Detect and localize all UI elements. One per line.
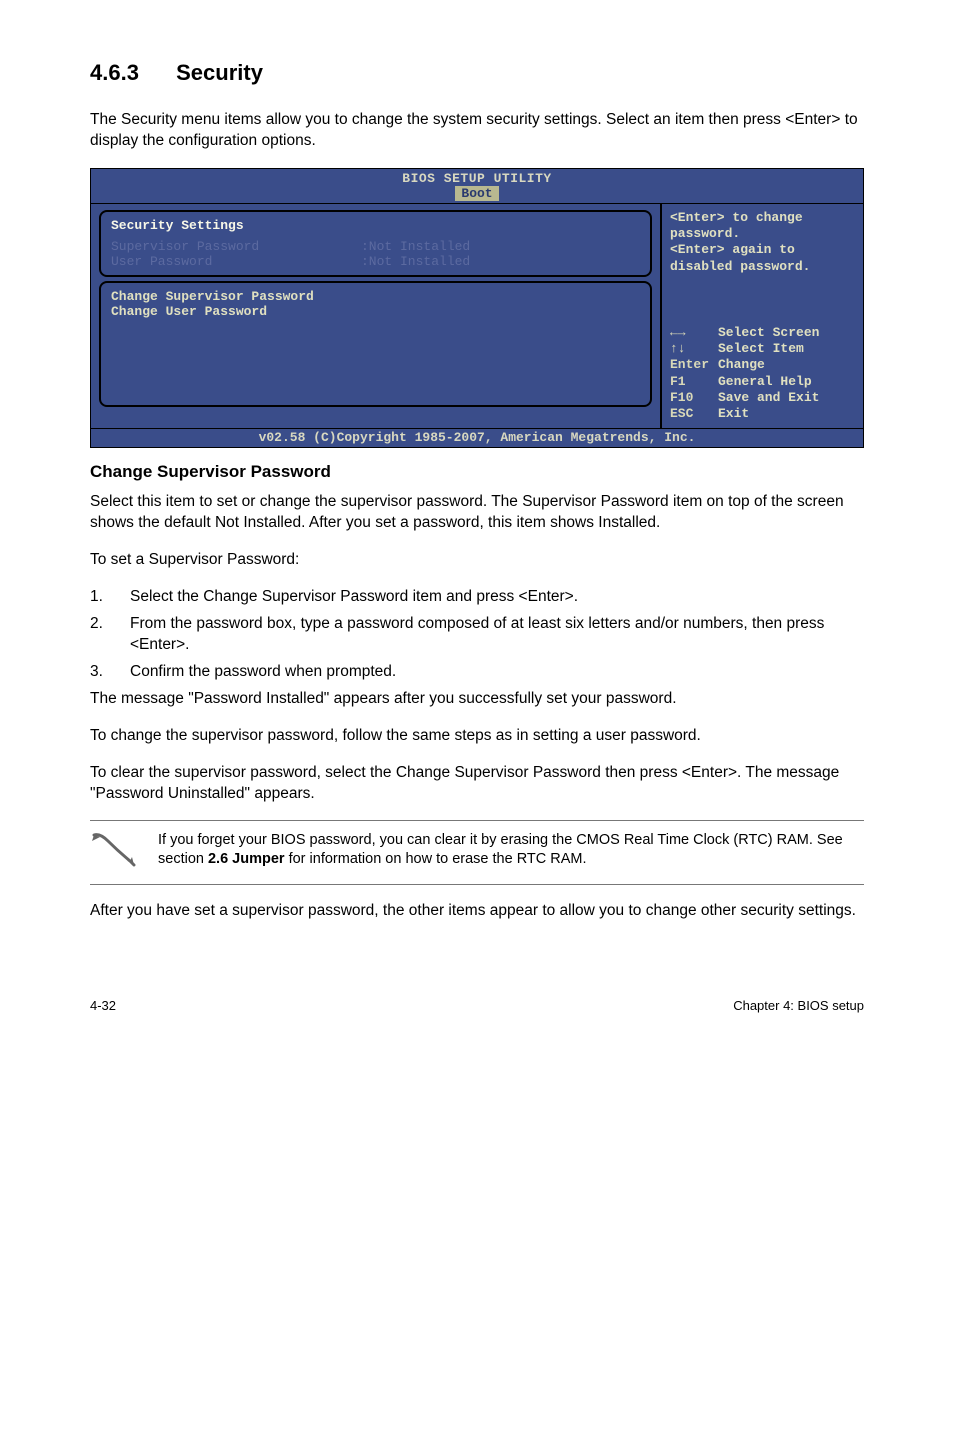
page-number: 4-32 <box>90 998 116 1013</box>
list-text: From the password box, type a password c… <box>130 614 864 656</box>
bios-key: Enter <box>670 357 718 373</box>
bios-tab-bar: Boot <box>91 186 863 203</box>
bios-key: F10 <box>670 390 718 406</box>
note-bold: 2.6 Jumper <box>208 851 285 867</box>
note-post: for information on how to erase the RTC … <box>285 851 587 867</box>
bios-title: BIOS SETUP UTILITY <box>402 171 551 186</box>
bios-key-desc: General Help <box>718 374 812 390</box>
paragraph: After you have set a supervisor password… <box>90 901 864 922</box>
bios-header: BIOS SETUP UTILITY <box>91 169 863 186</box>
paragraph: The message "Password Installed" appears… <box>90 689 864 710</box>
bios-help-text: <Enter> to change password. <Enter> agai… <box>670 210 855 275</box>
bios-row-user: User Password :Not Installed <box>111 254 640 269</box>
section-heading: 4.6.3 Security <box>90 60 864 86</box>
list-item: 3.Confirm the password when prompted. <box>90 662 864 683</box>
chapter-label: Chapter 4: BIOS setup <box>733 998 864 1013</box>
list-text: Select the Change Supervisor Password it… <box>130 587 578 608</box>
subheading-change-supervisor: Change Supervisor Password <box>90 462 864 482</box>
bios-key-legend: ←→Select Screen ↑↓Select Item EnterChang… <box>670 325 855 423</box>
list-item: 2.From the password box, type a password… <box>90 614 864 656</box>
bios-help-line: <Enter> again to <box>670 242 855 258</box>
bios-change-supervisor[interactable]: Change Supervisor Password <box>111 289 640 304</box>
arrows-lr-icon: ←→ <box>670 325 718 341</box>
bios-security-panel: Security Settings Supervisor Password :N… <box>99 210 652 277</box>
bios-key: ESC <box>670 406 718 422</box>
steps-list: 1.Select the Change Supervisor Password … <box>90 587 864 683</box>
bios-left-pane: Security Settings Supervisor Password :N… <box>91 204 660 429</box>
bios-change-user[interactable]: Change User Password <box>111 304 640 319</box>
bios-row-supervisor: Supervisor Password :Not Installed <box>111 239 640 254</box>
bios-key-desc: Save and Exit <box>718 390 819 406</box>
list-item: 1.Select the Change Supervisor Password … <box>90 587 864 608</box>
note-callout: If you forget your BIOS password, you ca… <box>90 820 864 885</box>
bios-help-line: disabled password. <box>670 259 855 275</box>
bios-help-line: password. <box>670 226 855 242</box>
bios-key-desc: Select Item <box>718 341 804 357</box>
section-title: Security <box>176 60 263 85</box>
bios-label: User Password <box>111 254 361 269</box>
paragraph: To set a Supervisor Password: <box>90 550 864 571</box>
list-marker: 2. <box>90 614 130 656</box>
bios-value: :Not Installed <box>361 254 470 269</box>
bios-screenshot: BIOS SETUP UTILITY Boot Security Setting… <box>90 168 864 449</box>
bios-key-desc: Change <box>718 357 765 373</box>
bios-key-desc: Select Screen <box>718 325 819 341</box>
bios-help-line: <Enter> to change <box>670 210 855 226</box>
section-number: 4.6.3 <box>90 60 170 86</box>
bios-tab-boot[interactable]: Boot <box>455 186 498 201</box>
note-icon <box>90 831 136 874</box>
list-marker: 3. <box>90 662 130 683</box>
intro-paragraph: The Security menu items allow you to cha… <box>90 110 864 152</box>
page-footer: 4-32 Chapter 4: BIOS setup <box>90 938 864 1013</box>
list-text: Confirm the password when prompted. <box>130 662 396 683</box>
bios-key: F1 <box>670 374 718 390</box>
note-text: If you forget your BIOS password, you ca… <box>158 831 864 869</box>
bios-label: Supervisor Password <box>111 239 361 254</box>
paragraph: To clear the supervisor password, select… <box>90 763 864 805</box>
bios-actions-panel: Change Supervisor Password Change User P… <box>99 281 652 407</box>
bios-right-pane: <Enter> to change password. <Enter> agai… <box>660 204 863 429</box>
list-marker: 1. <box>90 587 130 608</box>
bios-footer: v02.58 (C)Copyright 1985-2007, American … <box>91 429 863 447</box>
bios-key-desc: Exit <box>718 406 749 422</box>
arrows-ud-icon: ↑↓ <box>670 341 718 357</box>
paragraph: Select this item to set or change the su… <box>90 492 864 534</box>
bios-value: :Not Installed <box>361 239 470 254</box>
bios-panel-title: Security Settings <box>111 218 640 233</box>
paragraph: To change the supervisor password, follo… <box>90 726 864 747</box>
